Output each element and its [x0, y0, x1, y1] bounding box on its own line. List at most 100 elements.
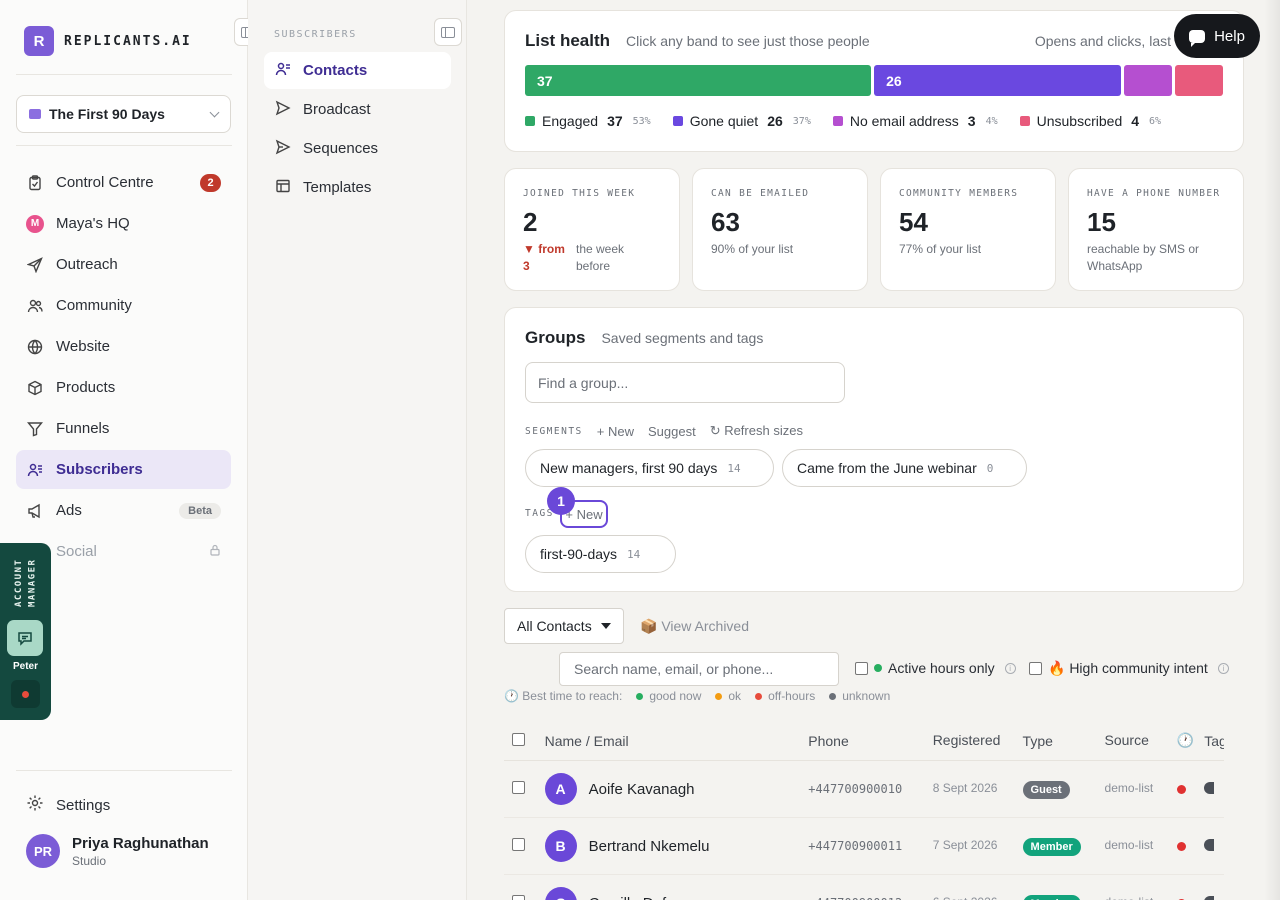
grey-dot-icon	[829, 692, 837, 700]
tag-pill[interactable]: first-90-days 14	[525, 535, 676, 573]
refresh-sizes-button[interactable]: ↻ Refresh sizes	[710, 423, 803, 439]
row-name-cell[interactable]: A Aoife Kavanagh	[544, 773, 809, 805]
stat-value: 54	[899, 207, 928, 237]
contact-view-select[interactable]: All Contacts	[504, 608, 624, 644]
stat-card-joined[interactable]: JOINED THIS WEEK 2 ▼ from 3 the week bef…	[504, 168, 680, 291]
sidebar-item-community[interactable]: Community	[16, 286, 231, 325]
row-tags-cell	[1204, 781, 1224, 797]
avatar: PR	[26, 834, 60, 868]
header-tags[interactable]: Tags	[1204, 733, 1224, 749]
subpanel-title: SUBSCRIBERS	[274, 29, 357, 40]
subnav-item-contacts[interactable]: Contacts	[264, 52, 451, 89]
row-check-cell	[504, 781, 545, 797]
brand[interactable]: R REPLICANTS.AI	[24, 26, 192, 56]
segment-pill[interactable]: New managers, first 90 days 14	[525, 449, 774, 487]
workspace-label: The First 90 Days	[49, 106, 165, 122]
sidebar-item-mayas-hq[interactable]: M Maya's HQ	[16, 204, 231, 243]
tag-name: first-90-days	[540, 546, 618, 562]
header-type[interactable]: Type	[1023, 733, 1105, 749]
row-name-cell[interactable]: C Camille Dufresne	[544, 887, 809, 900]
subnav-item-label: Sequences	[303, 140, 379, 157]
stat-label: COMMUNITY MEMBERS	[899, 188, 1019, 199]
workspace-selector[interactable]: The First 90 Days	[16, 95, 231, 133]
box-icon	[26, 379, 44, 397]
stat-card-emailable[interactable]: CAN BE EMAILED 63 90% of your list	[692, 168, 868, 291]
active-hours-filter[interactable]: Active hours only i	[855, 660, 1016, 676]
sidebar-item-outreach[interactable]: Outreach	[16, 245, 231, 284]
table-row[interactable]: C Camille Dufresne +4477009000126 Sept 202…	[504, 875, 1224, 900]
subnav-item-broadcast[interactable]: Broadcast	[264, 91, 451, 128]
send-icon	[26, 256, 44, 274]
list-health-note: Opens and clicks, last	[1034, 33, 1171, 49]
main-sidebar: R REPLICANTS.AI The First 90 Days Contro…	[0, 0, 262, 900]
high-intent-checkbox[interactable]	[1029, 662, 1042, 675]
avatar: C	[544, 887, 577, 900]
stat-card-community[interactable]: COMMUNITY MEMBERS 54 77% of your list	[880, 168, 1056, 291]
tag-chip[interactable]	[1204, 782, 1215, 794]
sidebar-item-label: Outreach	[56, 256, 118, 273]
header-source[interactable]: Source	[1105, 730, 1177, 750]
segment-count: 14	[727, 461, 741, 475]
sidebar-item-ads[interactable]: Ads Beta	[16, 491, 231, 530]
type-badge: Member	[1022, 837, 1081, 856]
suggest-segment-button[interactable]: Suggest	[648, 424, 696, 439]
segment-count: 0	[986, 461, 994, 475]
health-band[interactable]	[1174, 65, 1224, 96]
contact-search-input[interactable]	[559, 652, 839, 686]
gear-icon	[26, 794, 44, 816]
header-name[interactable]: Name / Email	[545, 733, 809, 749]
info-icon[interactable]: i	[1004, 662, 1016, 674]
health-band[interactable]: 37	[525, 65, 872, 96]
subnav-item-templates[interactable]: Templates	[264, 169, 451, 206]
help-button[interactable]: Help	[1174, 14, 1260, 58]
tag-count: 14	[627, 547, 641, 561]
sidebar-item-products[interactable]: Products	[16, 368, 231, 407]
subnav-item-sequences[interactable]: Sequences	[264, 130, 451, 167]
legend-item[interactable]: Unsubscribed 4 6%	[1019, 113, 1161, 129]
sidebar-item-website[interactable]: Website	[16, 327, 231, 366]
chat-icon[interactable]	[7, 620, 43, 656]
select-all-checkbox[interactable]	[512, 732, 525, 746]
sidebar-item-control-centre[interactable]: Control Centre 2	[16, 163, 231, 202]
sidebar-item-subscribers[interactable]: Subscribers	[16, 450, 231, 489]
legend-item[interactable]: Engaged 37 53%	[525, 113, 651, 129]
sidebar-item-funnels[interactable]: Funnels	[16, 409, 231, 448]
new-segment-button[interactable]: + New	[597, 424, 634, 439]
info-icon[interactable]: i	[1217, 663, 1229, 674]
tag-chip[interactable]	[1204, 839, 1215, 851]
account-manager-tab[interactable]: ACCOUNT MANAGER Peter	[0, 543, 51, 720]
health-band[interactable]	[1123, 65, 1172, 96]
tag-chip[interactable]	[1204, 896, 1215, 900]
header-best-time[interactable]: 🕐	[1177, 732, 1205, 749]
group-search-input[interactable]	[525, 362, 845, 403]
row-checkbox[interactable]	[512, 781, 525, 794]
segment-pill[interactable]: Came from the June webinar 0	[782, 449, 1027, 487]
off-hours-dot-icon	[1176, 842, 1186, 851]
row-checkbox[interactable]	[512, 838, 525, 851]
active-hours-checkbox[interactable]	[855, 661, 868, 675]
settings-link[interactable]: Settings	[26, 794, 110, 816]
avatar: B	[544, 830, 577, 862]
high-intent-filter[interactable]: 🔥 High community intent i	[1029, 660, 1229, 677]
contacts-main: List health Click any band to see just t…	[467, 0, 1280, 900]
subpanel-collapse-button[interactable]	[434, 18, 462, 46]
header-registered[interactable]: Registered	[933, 730, 1023, 750]
legend-item[interactable]: No email address 3 4%	[832, 113, 998, 129]
table-row[interactable]: A Aoife Kavanagh +447700900010 8 Sept 2026 G…	[504, 761, 1224, 818]
page-edge-shadow	[1264, 0, 1280, 900]
header-phone[interactable]: Phone	[808, 733, 932, 749]
row-name-cell[interactable]: B Bertrand Nkemelu	[544, 830, 809, 862]
segment-name: New managers, first 90 days	[540, 460, 718, 476]
row-checkbox[interactable]	[512, 895, 525, 900]
broadcast-icon	[275, 100, 291, 120]
view-archived-link[interactable]: 📦 View Archived	[640, 618, 749, 635]
contacts-icon	[275, 61, 291, 81]
stat-card-phone[interactable]: HAVE A PHONE NUMBER 15 reachable by SMS …	[1068, 168, 1244, 291]
table-row[interactable]: B Bertrand Nkemelu +447700900011 7 Sept 202…	[504, 818, 1224, 875]
selected-view: All Contacts	[517, 618, 592, 634]
workspace-icon	[29, 109, 41, 119]
stat-label: JOINED THIS WEEK	[523, 188, 636, 199]
legend-item[interactable]: Gone quiet 26 37%	[672, 113, 811, 129]
health-band[interactable]: 26	[874, 65, 1121, 96]
user-profile[interactable]: PR Priya Raghunathan Studio	[26, 834, 209, 868]
